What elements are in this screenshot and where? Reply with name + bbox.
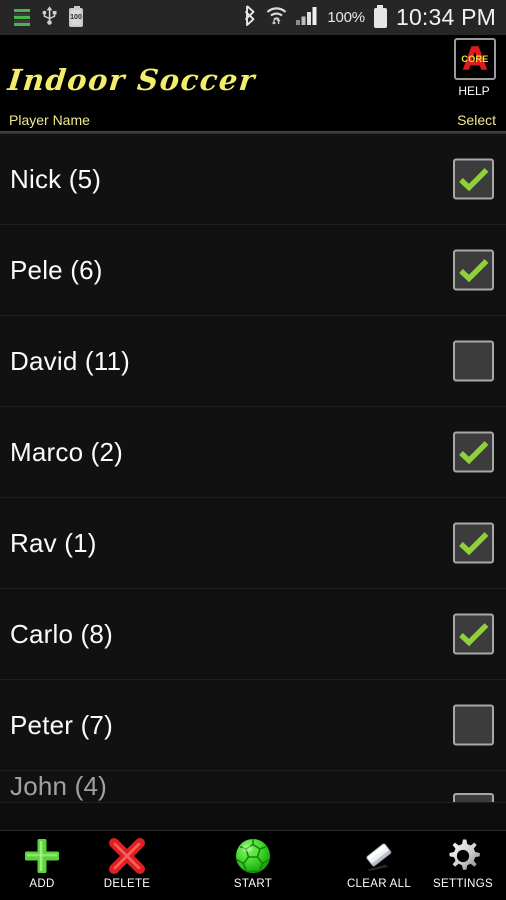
toolbar-button-label: DELETE [103,878,151,890]
player-checkbox-checked[interactable] [453,249,494,291]
column-header-name: Player Name [9,112,90,128]
cross-x-icon [107,835,147,877]
player-row[interactable]: Pele (6) [0,225,506,316]
player-name-label: David (11) [10,345,131,376]
player-name-label: Marco (2) [10,436,124,467]
player-row[interactable]: Marco (2) [0,407,506,498]
bottom-toolbar: ADD DELETE START CLEAR ALL SETTINGS [0,830,506,900]
cellular-signal-icon [296,6,318,30]
eraser-icon [359,835,399,877]
core-logo-icon: A CORE [458,42,492,76]
gear-icon [443,835,483,877]
player-name-label: Rav (1) [10,527,97,558]
player-checkbox-unchecked[interactable] [453,704,494,746]
battery-percent-label: 100% [327,9,365,26]
player-row[interactable]: John (4) [0,771,506,803]
player-row[interactable]: David (11) [0,316,506,407]
battery-level-icon [373,4,387,28]
equalizer-bars-icon [14,9,30,26]
column-header-select: Select [457,112,496,128]
player-row[interactable]: Nick (5) [0,134,506,225]
bluetooth-icon [243,4,257,31]
player-checkbox-checked[interactable] [453,522,494,564]
toolbar-button-label: SETTINGS [433,878,493,890]
page-title: Indoor Soccer [6,63,258,97]
player-checkbox-checked[interactable] [453,431,494,473]
toolbar-button-start[interactable]: START [216,835,290,890]
wifi-icon [266,6,287,30]
player-checkbox-checked[interactable] [453,613,494,655]
player-row[interactable]: Carlo (8) [0,589,506,680]
app-title-bar: Indoor Soccer A CORE HELP [0,36,506,108]
toolbar-button-label: ADD [29,878,55,890]
toolbar-button-label: CLEAR ALL [346,878,412,890]
toolbar-button-delete[interactable]: DELETE [90,835,164,890]
player-name-label: Pele (6) [10,254,103,285]
usb-icon [42,5,57,30]
toolbar-button-label: START [233,878,273,890]
clock-label: 10:34 PM [395,4,496,30]
soccer-ball-icon [233,835,273,877]
toolbar-button-settings[interactable]: SETTINGS [426,835,500,890]
core-label: CORE [461,54,489,64]
player-row[interactable]: Rav (1) [0,498,506,589]
status-bar-right-icons: 100% 10:34 PM [243,4,506,31]
help-button[interactable]: A CORE [454,38,496,80]
toolbar-button-add[interactable]: ADD [5,835,79,890]
plus-icon [22,835,62,877]
app-screen: 100 100% 10:34 PM Indoor Soccer A CORE H… [0,0,506,900]
status-bar: 100 100% 10:34 PM [0,0,506,36]
player-name-label: Peter (7) [10,709,113,740]
player-checkbox-unchecked[interactable] [453,340,494,382]
player-name-label: Nick (5) [10,163,102,194]
list-column-header: Player Name Select [0,108,506,134]
player-list[interactable]: Nick (5) Pele (6) David (11) Marco (2) Rav (… [0,134,506,830]
toolbar-button-clear-all[interactable]: CLEAR ALL [342,835,416,890]
battery-100-icon: 100 [69,6,83,27]
help-label: HELP [458,84,490,98]
status-bar-left-icons: 100 [0,5,83,30]
player-name-label: John (4) [10,771,107,801]
player-checkbox-unchecked[interactable] [453,793,494,802]
battery-inline-text: 100 [70,14,82,21]
player-checkbox-checked[interactable] [453,158,494,200]
player-row[interactable]: Peter (7) [0,680,506,771]
player-name-label: Carlo (8) [10,618,113,649]
